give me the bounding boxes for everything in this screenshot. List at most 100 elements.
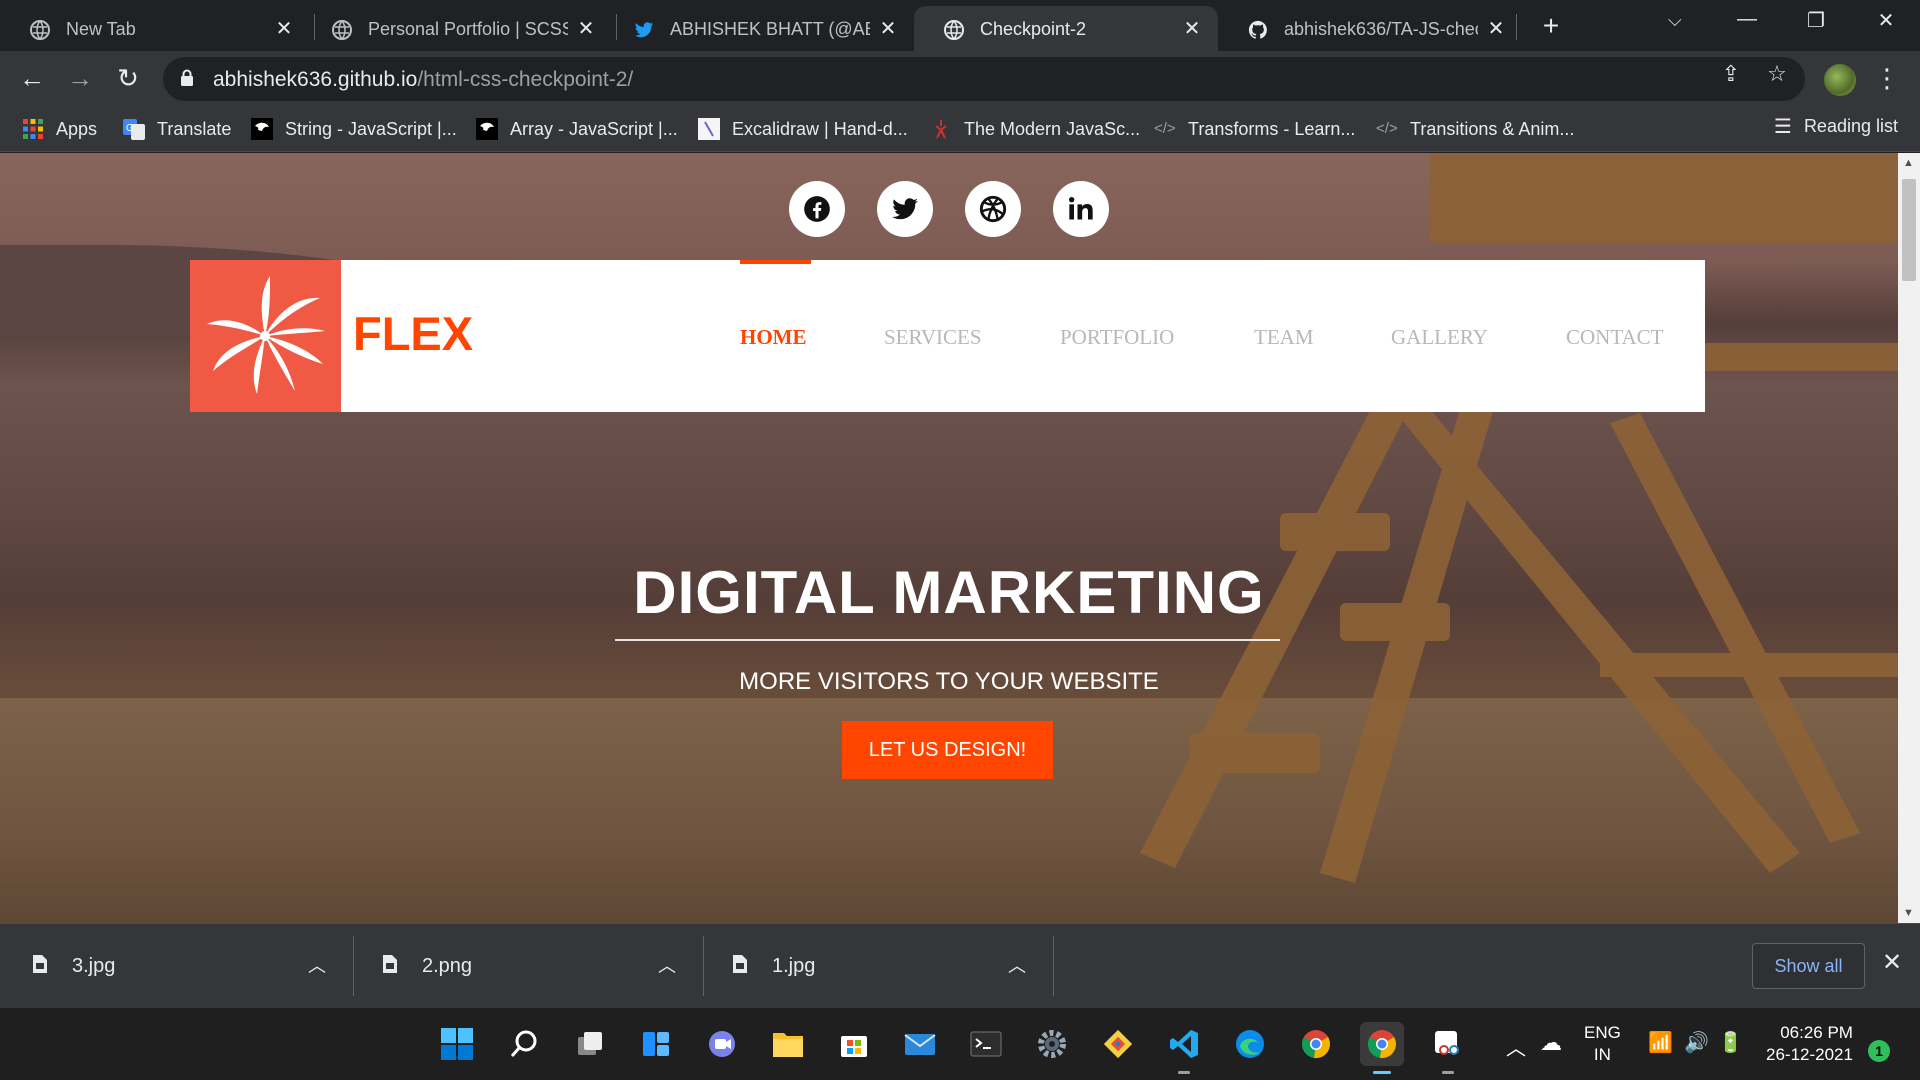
new-tab-plus-icon[interactable]: + (1537, 10, 1565, 42)
wifi-icon[interactable]: 📶 (1648, 1030, 1673, 1080)
page-scrollbar[interactable]: ▲ ▼ (1898, 153, 1920, 923)
profile-avatar[interactable] (1824, 64, 1856, 96)
snipping-icon (1435, 1031, 1459, 1055)
back-arrow-icon[interactable]: ← (16, 63, 48, 95)
git-tool-button[interactable] (1096, 1022, 1140, 1066)
scroll-up-arrow-icon[interactable]: ▲ (1903, 157, 1914, 169)
tab-personal-portfolio[interactable]: Personal Portfolio | SCSS, ( ✕ (302, 6, 612, 51)
scroll-thumb[interactable] (1902, 179, 1916, 281)
page-viewport: FLEX HOME SERVICES PORTFOLIO TEAM GALLER… (0, 153, 1898, 923)
window-close-icon[interactable]: ✕ (1866, 8, 1906, 38)
gear-icon (1038, 1030, 1066, 1058)
vscode-button[interactable] (1162, 1022, 1206, 1074)
main-menu: HOME SERVICES PORTFOLIO TEAM GALLERY CON… (190, 260, 1705, 412)
tab-new-tab[interactable]: New Tab ✕ (0, 6, 310, 51)
menu-item-team[interactable]: TEAM (1254, 325, 1314, 350)
active-indicator (1373, 1071, 1391, 1074)
tab-close-icon[interactable]: ✕ (876, 16, 900, 41)
notification-badge[interactable]: 1 (1868, 1040, 1890, 1062)
globe-icon (944, 20, 964, 40)
github-icon (1248, 20, 1267, 39)
show-all-downloads-button[interactable]: Show all (1752, 943, 1865, 989)
chat-icon (709, 1031, 735, 1057)
address-bar[interactable]: abhishek636.github.io/html-css-checkpoin… (163, 57, 1805, 101)
tab-strip: New Tab ✕ Personal Portfolio | SCSS, ( ✕… (0, 0, 1920, 51)
system-clock[interactable]: 06:26 PM 26-12-2021 (1766, 1022, 1853, 1080)
linkedin-link[interactable] (1053, 181, 1109, 237)
forward-arrow-icon[interactable]: → (64, 63, 96, 95)
share-icon[interactable]: ⇪ (1718, 61, 1744, 87)
scroll-down-arrow-icon[interactable]: ▼ (1903, 907, 1914, 919)
download-item[interactable]: 2.png ︿ (350, 924, 700, 1009)
bookmark-label: String - JavaScript |... (285, 118, 457, 139)
mdn-icon (476, 118, 498, 140)
edge-icon (1236, 1030, 1264, 1058)
menu-item-services[interactable]: SERVICES (884, 325, 982, 350)
terminal-button[interactable] (964, 1022, 1008, 1066)
chrome-button[interactable] (1294, 1022, 1338, 1066)
tab-close-icon[interactable]: ✕ (574, 16, 598, 41)
bookmark-transitions[interactable]: </> Transitions & Anim... (1376, 114, 1574, 144)
close-downloads-icon[interactable]: ✕ (1882, 948, 1902, 977)
menu-item-gallery[interactable]: GALLERY (1391, 325, 1488, 350)
menu-item-portfolio[interactable]: PORTFOLIO (1060, 325, 1174, 350)
battery-icon[interactable]: 🔋 (1718, 1030, 1743, 1080)
chevron-up-icon[interactable]: ︿ (1008, 952, 1026, 978)
bookmark-array-js[interactable]: Array - JavaScript |... (476, 114, 678, 144)
file-icon (33, 955, 47, 973)
bookmark-transforms[interactable]: </> Transforms - Learn... (1154, 114, 1355, 144)
tab-github[interactable]: abhishek636/TA-JS-check ✕ (1218, 6, 1522, 51)
show-hidden-icons-chevron-icon[interactable]: ︿ (1506, 1032, 1526, 1080)
widgets-button[interactable] (634, 1022, 678, 1066)
reading-list[interactable]: ☰ Reading list (1774, 114, 1898, 139)
mail-button[interactable] (898, 1022, 942, 1066)
volume-icon[interactable]: 🔊 (1684, 1030, 1709, 1080)
search-icon (510, 1030, 537, 1057)
tab-twitter[interactable]: ABHISHEK BHATT (@ABH ✕ (604, 6, 914, 51)
download-item[interactable]: 1.jpg ︿ (700, 924, 1050, 1009)
folder-icon (773, 1033, 803, 1057)
download-item[interactable]: 3.jpg ︿ (0, 924, 350, 1009)
tab-close-icon[interactable]: ✕ (1484, 16, 1508, 41)
snipping-tool-button[interactable] (1426, 1022, 1470, 1074)
bookmark-string-js[interactable]: String - JavaScript |... (251, 114, 457, 144)
tab-title: Personal Portfolio | SCSS, ( (368, 19, 568, 39)
settings-button[interactable] (1030, 1022, 1074, 1066)
terminal-icon (970, 1031, 1002, 1057)
chevron-up-icon[interactable]: ︿ (658, 952, 676, 978)
bookmark-star-icon[interactable]: ☆ (1764, 61, 1790, 87)
tab-close-icon[interactable]: ✕ (272, 16, 296, 41)
tab-close-icon[interactable]: ✕ (1180, 16, 1204, 41)
chrome-active-button[interactable] (1360, 1022, 1404, 1074)
vscode-icon (1170, 1030, 1198, 1058)
task-view-button[interactable] (568, 1022, 612, 1066)
bookmark-translate[interactable]: G Translate (123, 114, 231, 144)
start-button[interactable] (435, 1022, 479, 1066)
search-button[interactable] (502, 1022, 546, 1066)
language-indicator[interactable]: ENG IN (1584, 1022, 1621, 1080)
lock-icon[interactable] (180, 69, 194, 87)
twitter-link[interactable] (877, 181, 933, 237)
facebook-link[interactable] (789, 181, 845, 237)
teams-chat-button[interactable] (700, 1022, 744, 1066)
let-us-design-button[interactable]: LET US DESIGN! (842, 721, 1053, 779)
onedrive-cloud-icon[interactable]: ☁ (1540, 1030, 1562, 1080)
tab-search-chevron-icon[interactable]: ⌵ (1668, 10, 1682, 31)
chrome-menu-icon[interactable]: ⋮ (1874, 63, 1900, 94)
reload-icon[interactable]: ↻ (112, 63, 144, 95)
tab-checkpoint-2[interactable]: Checkpoint-2 ✕ (914, 6, 1218, 51)
chevron-up-icon[interactable]: ︿ (308, 952, 326, 978)
bookmark-excalidraw[interactable]: Excalidraw | Hand-d... (698, 114, 908, 144)
edge-button[interactable] (1228, 1022, 1272, 1066)
restore-icon[interactable]: ❐ (1796, 8, 1836, 38)
download-filename: 2.png (422, 955, 473, 977)
url-host: abhishek636.github.io (213, 68, 418, 91)
menu-item-contact[interactable]: CONTACT (1566, 325, 1663, 350)
dribbble-link[interactable] (965, 181, 1021, 237)
bookmark-apps[interactable]: Apps (22, 114, 97, 144)
menu-item-home[interactable]: HOME (740, 325, 807, 350)
store-button[interactable] (832, 1022, 876, 1066)
file-explorer-button[interactable] (766, 1022, 810, 1066)
minimize-icon[interactable]: — (1727, 8, 1767, 38)
bookmark-modern-js[interactable]: The Modern JavaSc... (930, 114, 1140, 144)
